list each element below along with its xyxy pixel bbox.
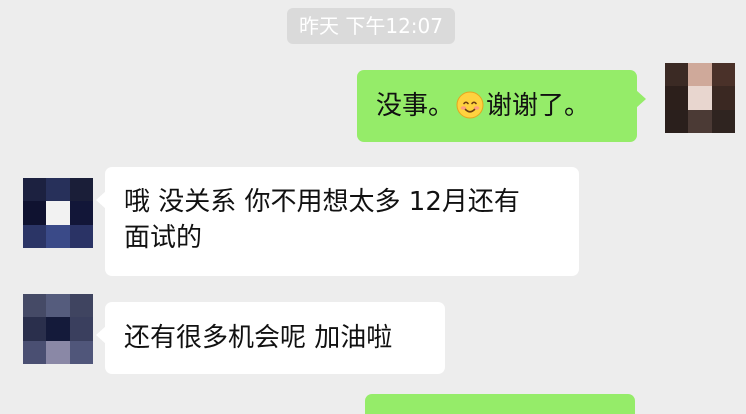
message-text: 面试的	[124, 223, 203, 253]
my-avatar[interactable]	[665, 63, 735, 133]
chat-window: 昨天 下午12:07 没事。 谢谢了。 哦 没关系 你不用想太多 12月还有 面…	[0, 0, 746, 414]
outgoing-message-bubble-partial[interactable]	[365, 394, 635, 414]
message-text: 哦 没关系 你不用想太多 12月还有	[124, 187, 520, 217]
incoming-message-bubble[interactable]: 哦 没关系 你不用想太多 12月还有 面试的	[96, 167, 579, 276]
incoming-message-bubble[interactable]: 还有很多机会呢 加油啦	[96, 302, 445, 374]
smiling-face-with-blush-icon	[456, 91, 484, 119]
message-text: 没事。	[376, 91, 455, 121]
message-text: 还有很多机会呢 加油啦	[124, 323, 393, 353]
friend-avatar[interactable]	[23, 178, 93, 248]
friend-avatar[interactable]	[23, 294, 93, 364]
message-text: 谢谢了。	[486, 91, 591, 121]
chat-timestamp: 昨天 下午12:07	[287, 8, 455, 44]
outgoing-message-bubble[interactable]: 没事。 谢谢了。	[357, 70, 646, 142]
